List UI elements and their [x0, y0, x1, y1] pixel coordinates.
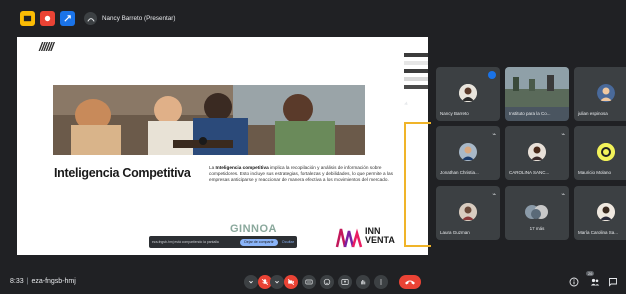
muted-icon: ⌁: [561, 132, 565, 138]
camera-icon[interactable]: [284, 275, 298, 289]
muted-icon: ⌁: [561, 192, 565, 198]
participant-name: Laura Guzman: [440, 230, 470, 235]
participant-tile[interactable]: ⌁ Laura Guzman: [436, 186, 500, 240]
participant-tile[interactable]: julian espinosa: [574, 67, 626, 121]
slide-bottom-strip: [17, 255, 428, 265]
presenter-indicator[interactable]: Nancy Barreto (Presentar): [84, 10, 176, 27]
participant-tile-more[interactable]: ⌁ 17 más: [505, 186, 569, 240]
people-icon[interactable]: 26: [586, 271, 600, 287]
participant-name: Jonathan Christia...: [440, 170, 479, 175]
meeting-time: 8:33: [10, 278, 24, 285]
meeting-code: eza-fngsb-hmj: [31, 278, 76, 285]
top-bar: Nancy Barreto (Presentar): [0, 8, 626, 32]
avatar: [459, 143, 477, 161]
meeting-info: 8:33 | eza-fngsb-hmj: [10, 278, 76, 285]
slide-body-text: La Inteligencia competitiva implica la r…: [209, 165, 399, 182]
share-banner-text: eza-fngsb-hmj está compartiendo la panta…: [152, 240, 219, 244]
speaking-icon: [488, 71, 496, 79]
innventa-mark-icon: [335, 228, 363, 248]
more-participants-count: 17 más: [529, 226, 545, 231]
slide-slashes: //////: [39, 40, 54, 54]
meet-window: Nancy Barreto (Presentar) ////// Intelig…: [0, 0, 626, 294]
bottom-bar: 8:33 | eza-fngsb-hmj 26: [0, 270, 626, 294]
more-options-icon[interactable]: [374, 275, 388, 289]
avatar: [459, 203, 477, 221]
record-icon[interactable]: [40, 11, 55, 26]
slide-heading: Inteligencia Competitiva: [54, 166, 191, 180]
hide-banner-button[interactable]: Ocultar: [282, 240, 294, 244]
ginnoa-logo: GINNOA: [230, 223, 277, 235]
participant-name: Nancy Barreto: [440, 111, 469, 116]
innventa-line2: VENTA: [365, 235, 395, 245]
avatar: [597, 203, 615, 221]
presenter-label: Nancy Barreto (Presentar): [102, 15, 176, 22]
presenting-icon: [84, 12, 97, 25]
slide-header: //////: [17, 37, 428, 55]
participant-tile[interactable]: Instituto para la Co...: [505, 67, 569, 121]
slide-accent-frame: [404, 122, 431, 247]
slide-body-bold: Inteligencia competitiva: [215, 165, 269, 170]
slide-stripes: [404, 53, 428, 93]
screen-share-banner: eza-fngsb-hmj está compartiendo la panta…: [149, 236, 297, 248]
participant-tile[interactable]: Mauricio Molano: [574, 126, 626, 180]
participants-count-badge: 26: [586, 271, 595, 276]
mic-options-icon[interactable]: [244, 275, 258, 289]
captions-icon[interactable]: [302, 275, 316, 289]
participant-name: Instituto para la Co...: [509, 111, 551, 116]
muted-icon: ⌁: [492, 132, 496, 138]
emoji-icon[interactable]: [320, 275, 334, 289]
innventa-logo: INN VENTA: [335, 225, 405, 251]
more-participants-avatars-icon: [524, 204, 550, 220]
shared-screen: ////// Inteligencia Competitiva La Intel…: [17, 37, 428, 255]
info-icon[interactable]: [568, 276, 579, 287]
room-video-icon: [505, 67, 569, 107]
participant-name: julian espinosa: [578, 111, 608, 116]
stop-sharing-button[interactable]: Dejar de compartir: [240, 238, 278, 246]
participant-tile[interactable]: ⌁ CAROLINA SANC...: [505, 126, 569, 180]
present-screen-icon[interactable]: [338, 275, 352, 289]
slide-team-photo: [53, 85, 365, 155]
avatar: [459, 84, 477, 102]
avatar: [597, 84, 615, 102]
participant-name: Mauricio Molano: [578, 170, 612, 175]
hangup-icon[interactable]: [399, 275, 421, 289]
muted-icon: ⌁: [492, 192, 496, 198]
meeting-separator: |: [26, 278, 29, 285]
participant-name: María Carolina Sa...: [578, 230, 619, 235]
participant-tile[interactable]: María Carolina Sa...: [574, 186, 626, 240]
participant-tile[interactable]: Nancy Barreto: [436, 67, 500, 121]
raise-hand-icon[interactable]: [356, 275, 370, 289]
present-icon[interactable]: [20, 11, 35, 26]
participant-name: CAROLINA SANC...: [509, 170, 550, 175]
chat-icon[interactable]: [607, 276, 618, 287]
participant-tile[interactable]: ⌁ Jonathan Christia...: [436, 126, 500, 180]
camera-options-icon[interactable]: [270, 275, 284, 289]
avatar: [597, 143, 615, 161]
tools-icon[interactable]: [60, 11, 75, 26]
avatar: [528, 143, 546, 161]
